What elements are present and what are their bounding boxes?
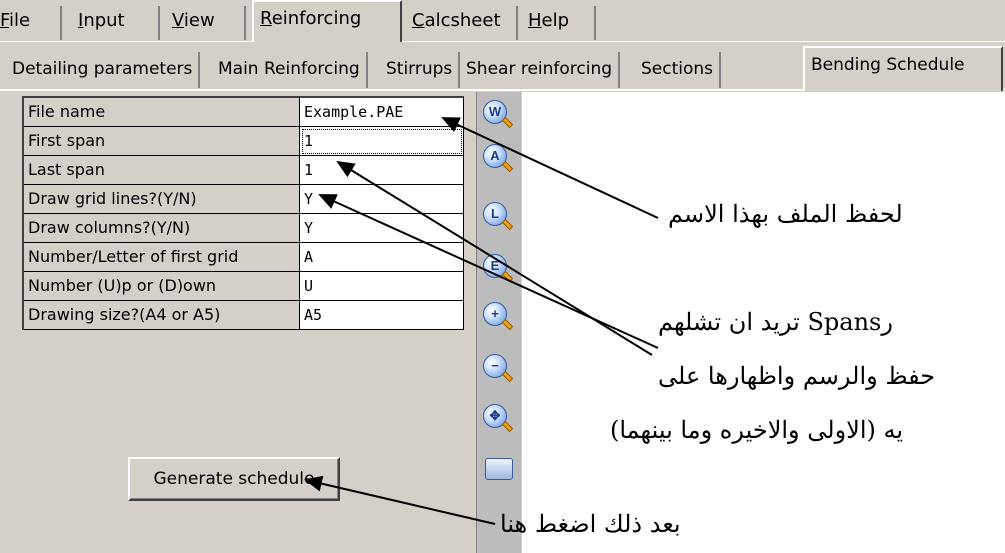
param-label: Number/Letter of first grid xyxy=(24,243,300,272)
param-label: Draw columns?(Y/N) xyxy=(24,214,300,243)
tab-shear-reinforcing[interactable]: Shear reinforcing xyxy=(460,52,621,88)
menu-tab-view[interactable]: View xyxy=(172,6,246,40)
first-span-field[interactable]: 1 xyxy=(300,127,464,156)
grid-row-draw-grid-lines: Draw grid lines?(Y/N) Y xyxy=(24,185,464,214)
menu-tab-input[interactable]: Input xyxy=(78,6,160,40)
param-label: Drawing size?(A4 or A5) xyxy=(24,301,300,330)
tab-main-reinforcing[interactable]: Main Reinforcing xyxy=(212,52,368,88)
tab-bending-schedule[interactable]: Bending Schedule xyxy=(803,46,1003,91)
grid-row-drawing-size: Drawing size?(A4 or A5) A5 xyxy=(24,301,464,330)
grid-row-file-name: File name Example.PAE xyxy=(24,98,464,127)
draw-columns-field[interactable]: Y xyxy=(300,214,464,243)
grid-row-number-direction: Number (U)p or (D)own U xyxy=(24,272,464,301)
annotation-file-name: لحفظ الملف بهذا الاسم xyxy=(668,200,903,228)
pan-icon[interactable]: ✥ xyxy=(483,404,515,436)
param-label: Number (U)p or (D)own xyxy=(24,272,300,301)
draw-grid-lines-field[interactable]: Y xyxy=(300,185,464,214)
tab-sections[interactable]: Sections xyxy=(635,52,722,88)
tab-stirrups[interactable]: Stirrups xyxy=(380,52,461,88)
annotation-generate: بعد ذلك اضغط هنا xyxy=(500,510,681,538)
zoom-all-icon[interactable]: A xyxy=(483,144,515,176)
menu-bar: File Input View Reinforcing Calcsheet He… xyxy=(0,0,1005,42)
subtab-bar: Detailing parameters Main Reinforcing St… xyxy=(0,42,1005,91)
annotation-spans-line1: رSpans تريد ان تشلهم xyxy=(658,308,893,336)
grid-row-last-span: Last span 1 xyxy=(24,156,464,185)
number-direction-field[interactable]: U xyxy=(300,272,464,301)
menu-tab-reinforcing[interactable]: Reinforcing xyxy=(252,0,402,42)
param-label: Draw grid lines?(Y/N) xyxy=(24,185,300,214)
annotation-spans-line2: حفظ والرسم واظهارها على xyxy=(658,362,936,390)
menu-tab-file[interactable]: File xyxy=(0,6,62,40)
annotation-spans-line3: يه (الاولى والاخيره وما بينهما) xyxy=(610,416,904,444)
grid-row-first-grid: Number/Letter of first grid A xyxy=(24,243,464,272)
param-label: First span xyxy=(24,127,300,156)
menu-tab-help[interactable]: Help xyxy=(524,6,596,40)
zoom-window-icon[interactable]: W xyxy=(483,100,515,132)
printer-icon[interactable] xyxy=(483,452,515,484)
generate-schedule-button[interactable]: Generate schedule xyxy=(128,457,340,501)
param-label: File name xyxy=(24,98,300,127)
menu-tab-calcsheet[interactable]: Calcsheet xyxy=(408,6,518,40)
file-name-field[interactable]: Example.PAE xyxy=(300,98,464,127)
zoom-in-icon[interactable]: + xyxy=(483,302,515,334)
tab-detailing-parameters[interactable]: Detailing parameters xyxy=(6,52,201,88)
grid-row-draw-columns: Draw columns?(Y/N) Y xyxy=(24,214,464,243)
zoom-last-icon[interactable]: L xyxy=(483,202,515,234)
zoom-toolbar: W A L E + − ✥ xyxy=(476,92,521,553)
zoom-out-icon[interactable]: − xyxy=(483,354,515,386)
grid-row-first-span: First span 1 xyxy=(24,127,464,156)
last-span-field[interactable]: 1 xyxy=(300,156,464,185)
first-grid-field[interactable]: A xyxy=(300,243,464,272)
parameter-grid: File name Example.PAE First span 1 Last … xyxy=(22,96,464,330)
zoom-extents-icon[interactable]: E xyxy=(483,254,515,286)
drawing-size-field[interactable]: A5 xyxy=(300,301,464,330)
param-label: Last span xyxy=(24,156,300,185)
